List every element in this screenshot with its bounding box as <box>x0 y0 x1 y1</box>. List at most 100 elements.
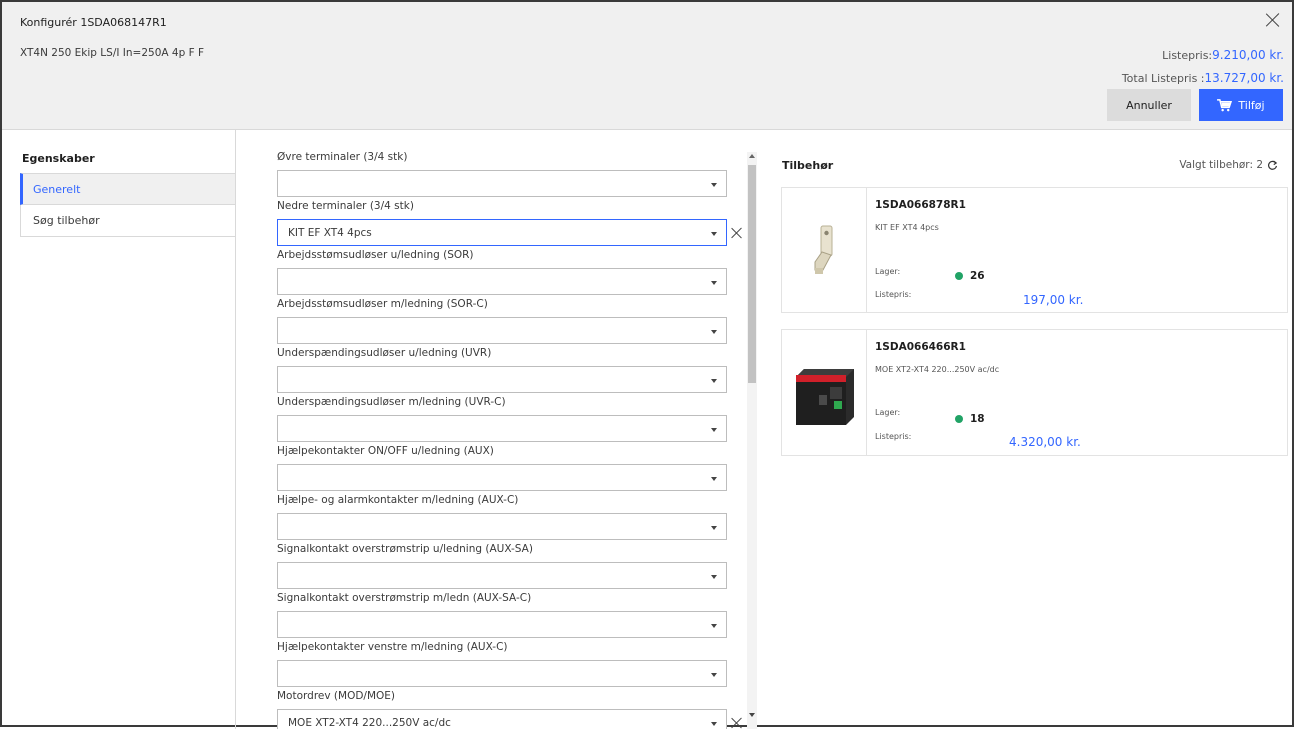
stock-value: 26 <box>955 270 985 282</box>
chevron-down-icon <box>711 330 717 334</box>
add-button-label: Tilføj <box>1238 98 1265 112</box>
list-price: Listepris:9.210,00 kr. <box>1162 48 1284 62</box>
accessory-code: 1SDA066466R1 <box>875 341 966 353</box>
field-label: Nedre terminaler (3/4 stk) <box>277 200 414 212</box>
field-label: Underspændingsudløser m/ledning (UVR-C) <box>277 396 506 408</box>
field-uvr-c: Underspændingsudløser m/ledning (UVR-C) <box>277 396 747 442</box>
sidebar-item-search-accessories[interactable]: Søg tilbehør <box>20 205 236 237</box>
sor-c-select[interactable] <box>277 317 727 344</box>
clear-icon[interactable] <box>731 227 743 239</box>
aux-sa-select[interactable] <box>277 562 727 589</box>
sidebar-item-general[interactable]: Generelt <box>20 173 236 205</box>
configure-dialog: Konfigurér 1SDA068147R1 XT4N 250 Ekip LS… <box>0 0 1294 729</box>
scroll-down-icon[interactable] <box>749 713 755 717</box>
terminal-kit-image <box>814 225 833 274</box>
stock-count: 26 <box>970 270 985 282</box>
total-list-price: Total Listepris :13.727,00 kr. <box>1122 71 1284 85</box>
chevron-down-icon <box>711 477 717 481</box>
lower-terminals-select[interactable]: KIT EF XT4 4pcs <box>277 219 727 246</box>
list-price-label: Listepris: <box>1162 49 1213 62</box>
field-aux-sa-c: Signalkontakt overstrømstrip m/ledn (AUX… <box>277 592 747 638</box>
field-lower-terminals: Nedre terminaler (3/4 stk) KIT EF XT4 4p… <box>277 200 747 246</box>
field-upper-terminals: Øvre terminaler (3/4 stk) <box>277 151 747 197</box>
field-label: Hjælpekontakter ON/OFF u/ledning (AUX) <box>277 445 494 457</box>
accessory-description: KIT EF XT4 4pcs <box>875 223 939 232</box>
product-image <box>782 330 867 455</box>
chevron-down-icon <box>711 232 717 236</box>
total-list-price-value: 13.727,00 kr. <box>1204 71 1284 85</box>
stock-count: 18 <box>970 413 985 425</box>
list-price-value: 9.210,00 kr. <box>1212 48 1284 62</box>
add-button[interactable]: Tilføj <box>1199 89 1283 121</box>
field-label: Hjælpe- og alarmkontakter m/ledning (AUX… <box>277 494 519 506</box>
sidebar-item-label: Søg tilbehør <box>33 214 100 227</box>
field-uvr: Underspændingsudløser u/ledning (UVR) <box>277 347 747 393</box>
sidebar-item-label: Generelt <box>33 182 81 196</box>
motor-drive-select[interactable]: MOE XT2-XT4 220...250V ac/dc <box>277 709 727 729</box>
chevron-down-icon <box>711 428 717 432</box>
accessories-title: Tilbehør <box>782 159 834 172</box>
field-sor: Arbejdsstømsudløser u/ledning (SOR) <box>277 249 747 295</box>
scrollbar-thumb[interactable] <box>748 165 756 383</box>
stock-label: Lager: <box>875 408 901 417</box>
total-list-price-label: Total Listepris : <box>1121 72 1205 85</box>
close-icon[interactable] <box>1264 11 1282 29</box>
aux-c-left-select[interactable] <box>277 660 727 687</box>
selected-value: MOE XT2-XT4 220...250V ac/dc <box>288 717 451 729</box>
field-label: Øvre terminaler (3/4 stk) <box>277 151 408 163</box>
field-aux: Hjælpekontakter ON/OFF u/ledning (AUX) <box>277 445 747 491</box>
chevron-down-icon <box>711 379 717 383</box>
cancel-button[interactable]: Annuller <box>1107 89 1191 121</box>
properties-sidebar: Egenskaber Generelt Søg tilbehør <box>20 130 236 729</box>
field-sor-c: Arbejdsstømsudløser m/ledning (SOR-C) <box>277 298 747 344</box>
selected-accessories-label: Valgt tilbehør: 2 <box>1179 159 1263 171</box>
accessory-price: 197,00 kr. <box>1023 293 1084 307</box>
accessory-card[interactable]: 1SDA066466R1 MOE XT2-XT4 220...250V ac/d… <box>781 329 1288 456</box>
upper-terminals-select[interactable] <box>277 170 727 197</box>
field-label: Arbejdsstømsudløser m/ledning (SOR-C) <box>277 298 488 310</box>
dialog-header: Konfigurér 1SDA068147R1 XT4N 250 Ekip LS… <box>2 2 1292 130</box>
list-price-label: Listepris: <box>875 290 912 299</box>
accessory-card[interactable]: 1SDA066878R1 KIT EF XT4 4pcs Lager: 26 L… <box>781 187 1288 313</box>
stock-label: Lager: <box>875 267 901 276</box>
aux-sa-c-select[interactable] <box>277 611 727 638</box>
accessory-description: MOE XT2-XT4 220...250V ac/dc <box>875 365 1000 374</box>
field-label: Hjælpekontakter venstre m/ledning (AUX-C… <box>277 641 508 653</box>
field-label: Signalkontakt overstrømstrip u/ledning (… <box>277 543 533 555</box>
scroll-up-icon[interactable] <box>749 154 755 158</box>
list-price-label: Listepris: <box>875 432 912 441</box>
chevron-down-icon <box>711 281 717 285</box>
field-aux-c: Hjælpe- og alarmkontakter m/ledning (AUX… <box>277 494 747 540</box>
field-aux-c-left: Hjælpekontakter venstre m/ledning (AUX-C… <box>277 641 747 687</box>
sor-select[interactable] <box>277 268 727 295</box>
field-label: Arbejdsstømsudløser u/ledning (SOR) <box>277 249 474 261</box>
accessory-code: 1SDA066878R1 <box>875 199 966 211</box>
motor-drive-image <box>796 368 854 425</box>
product-description: XT4N 250 Ekip LS/I In=250A 4p F F <box>20 47 205 59</box>
dialog-title: Konfigurér 1SDA068147R1 <box>20 16 167 29</box>
field-label: Motordrev (MOD/MOE) <box>277 690 396 702</box>
product-image <box>782 188 867 312</box>
chevron-down-icon <box>711 673 717 677</box>
refresh-icon[interactable] <box>1267 160 1278 171</box>
uvr-select[interactable] <box>277 366 727 393</box>
selected-accessories-count: Valgt tilbehør: 2 <box>1179 159 1278 171</box>
stock-status-icon <box>955 415 963 423</box>
field-motor-drive: Motordrev (MOD/MOE) MOE XT2-XT4 220...25… <box>277 690 747 729</box>
clear-icon[interactable] <box>731 717 743 729</box>
chevron-down-icon <box>711 722 717 726</box>
cart-icon <box>1217 98 1233 111</box>
aux-c-select[interactable] <box>277 513 727 540</box>
sidebar-heading: Egenskaber <box>22 152 95 165</box>
stock-value: 18 <box>955 413 985 425</box>
selected-value: KIT EF XT4 4pcs <box>288 227 372 239</box>
field-aux-sa: Signalkontakt overstrømstrip u/ledning (… <box>277 543 747 589</box>
chevron-down-icon <box>711 526 717 530</box>
field-label: Signalkontakt overstrømstrip m/ledn (AUX… <box>277 592 532 604</box>
chevron-down-icon <box>711 624 717 628</box>
uvr-c-select[interactable] <box>277 415 727 442</box>
stock-status-icon <box>955 272 963 280</box>
aux-select[interactable] <box>277 464 727 491</box>
field-label: Underspændingsudløser u/ledning (UVR) <box>277 347 492 359</box>
chevron-down-icon <box>711 575 717 579</box>
